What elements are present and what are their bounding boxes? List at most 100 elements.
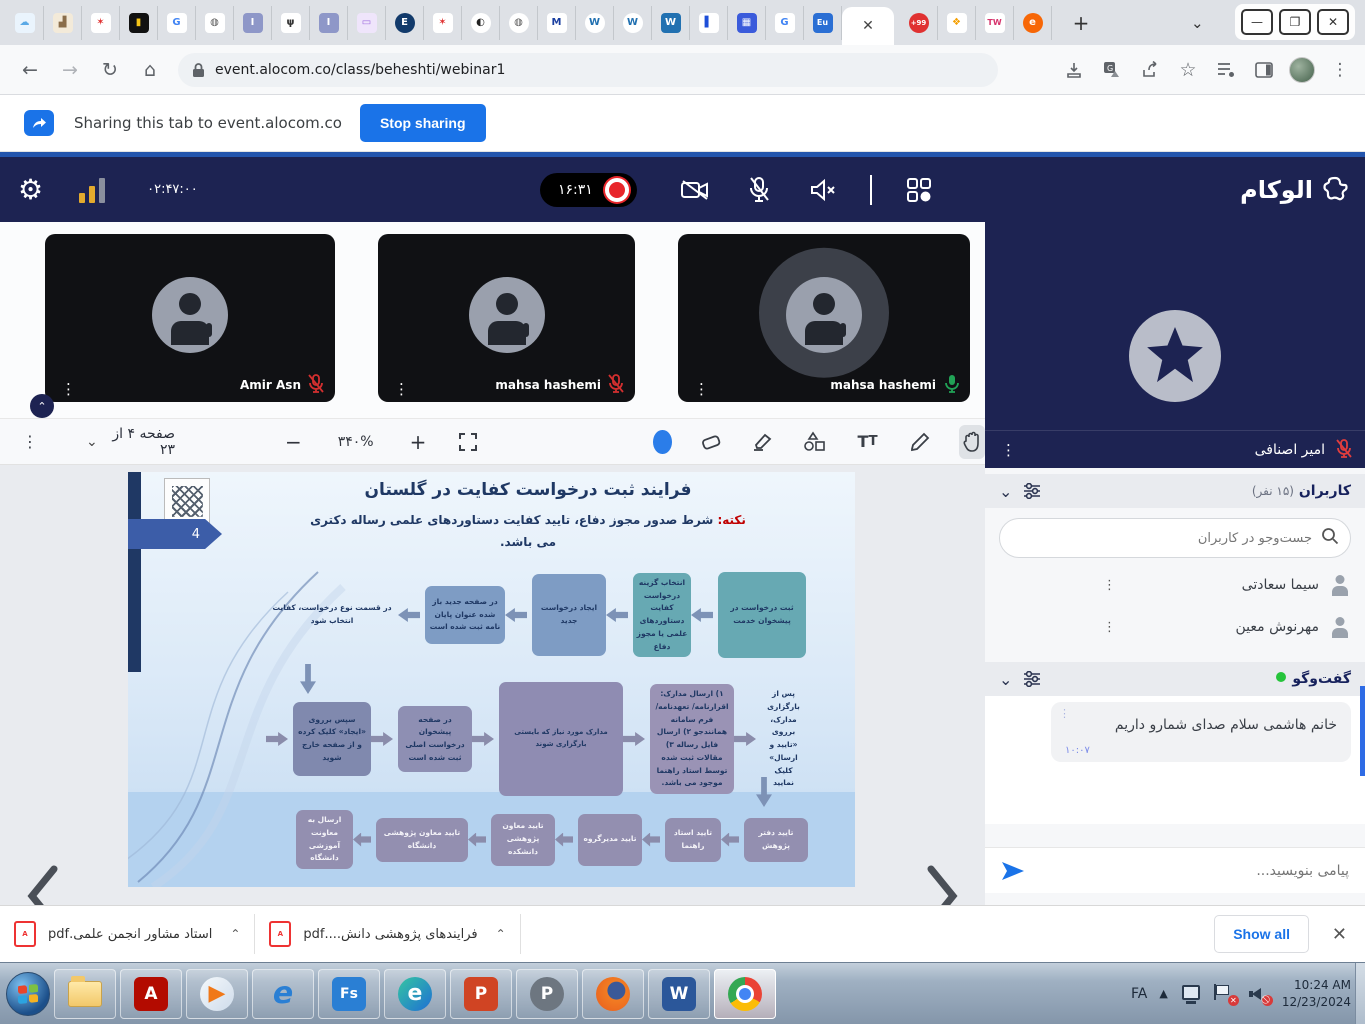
taskbar-explorer-button[interactable] [54, 969, 116, 1019]
taskbar-firefox-button[interactable] [582, 969, 644, 1019]
tile-menu-kebab-icon[interactable]: ⋮ [694, 386, 709, 392]
users-filter-icon[interactable] [1022, 483, 1042, 499]
user-row[interactable]: سیما سعادتی ⋮ [985, 564, 1365, 606]
pinned-tab[interactable]: ▮ [120, 6, 158, 40]
minimize-button[interactable]: — [1241, 9, 1273, 35]
layout-grid-icon[interactable] [896, 177, 942, 203]
presenter-menu-kebab-icon[interactable]: ⋮ [1001, 447, 1016, 453]
pinned-tab[interactable]: W [614, 6, 652, 40]
download-item[interactable]: A فرایندهای پژوهشی دانش....pdf ⌃ [255, 914, 520, 954]
tab-close-icon[interactable]: ✕ [862, 18, 874, 34]
send-message-icon[interactable] [999, 860, 1025, 882]
recording-indicator[interactable]: ۱۶:۳۱ [540, 173, 637, 207]
camera-off-icon[interactable] [672, 178, 718, 202]
profile-avatar[interactable] [1285, 53, 1319, 87]
menu-kebab-icon[interactable]: ⋮ [1323, 53, 1357, 87]
close-shelf-icon[interactable]: ✕ [1332, 924, 1347, 945]
chat-panel-header[interactable]: ⌄ گفت‌وگو [985, 662, 1365, 696]
taskbar-clock[interactable]: 10:24 AM 12/23/2024 [1282, 977, 1351, 1011]
home-button[interactable]: ⌂ [130, 59, 170, 81]
pinned-tab[interactable]: ✶ [424, 6, 462, 40]
page-select-chevron-icon[interactable]: ⌄ [86, 434, 98, 450]
pinned-tab[interactable]: I [234, 6, 272, 40]
tile-menu-kebab-icon[interactable]: ⋮ [394, 386, 409, 392]
eraser-tool-icon[interactable] [698, 425, 724, 459]
taskbar-acrobat-button[interactable]: A [120, 969, 182, 1019]
chat-filter-icon[interactable] [1022, 671, 1042, 687]
translate-icon[interactable]: G [1095, 53, 1129, 87]
collapse-tiles-button[interactable]: ⌃ [30, 394, 54, 418]
mic-off-icon[interactable] [736, 176, 782, 204]
pinned-tab[interactable]: E [386, 6, 424, 40]
pinned-tab[interactable]: ◐ [462, 6, 500, 40]
pinned-tab[interactable]: ▌ [690, 6, 728, 40]
close-button[interactable]: ✕ [1317, 9, 1349, 35]
reload-button[interactable]: ↻ [90, 59, 130, 81]
stop-sharing-button[interactable]: Stop sharing [360, 104, 486, 142]
new-tab-button[interactable]: + [1066, 8, 1096, 38]
video-tile[interactable]: ⋮ mahsa hashemi [378, 234, 635, 402]
pinned-tab[interactable]: ◍ [196, 6, 234, 40]
share-icon[interactable] [1133, 53, 1167, 87]
tray-expand-icon[interactable]: ▲ [1159, 987, 1167, 1000]
download-icon[interactable] [1057, 53, 1091, 87]
pinned-tab[interactable]: ◍ [500, 6, 538, 40]
chat-scrollbar[interactable] [1360, 686, 1365, 776]
pencil-tool-icon[interactable] [907, 425, 933, 459]
users-collapse-chevron-icon[interactable]: ⌄ [999, 482, 1012, 501]
video-tile[interactable]: ⋮ Amir Asn [45, 234, 335, 402]
shapes-tool-icon[interactable] [802, 425, 828, 459]
tile-menu-kebab-icon[interactable]: ⋮ [61, 386, 76, 392]
settings-gear-icon[interactable]: ⚙ [18, 173, 43, 206]
hand-tool-icon[interactable] [959, 425, 985, 459]
pinned-tab[interactable]: ▟ [44, 6, 82, 40]
start-button[interactable] [6, 972, 50, 1016]
taskbar-chrome-button-active[interactable] [714, 969, 776, 1019]
active-tab[interactable]: ✕ [842, 7, 894, 45]
video-tile-speaking[interactable]: ⋮ mahsa hashemi [678, 234, 970, 402]
bookmark-star-icon[interactable]: ☆ [1171, 53, 1205, 87]
browser-tab[interactable]: TW [976, 6, 1014, 40]
pinned-tab[interactable]: Eu [804, 6, 842, 40]
fullscreen-icon[interactable] [458, 432, 478, 452]
download-chevron-up-icon[interactable]: ⌃ [230, 927, 240, 941]
browser-tab[interactable]: e [1014, 6, 1052, 40]
chat-collapse-chevron-icon[interactable]: ⌄ [999, 670, 1012, 689]
user-menu-kebab-icon[interactable]: ⋮ [1103, 583, 1116, 588]
pinned-tab[interactable]: W [652, 6, 690, 40]
message-menu-kebab-icon[interactable]: ⋮ [1059, 712, 1070, 716]
pinned-tab[interactable]: ☁ [6, 6, 44, 40]
show-desktop-button[interactable] [1355, 963, 1365, 1024]
reading-list-icon[interactable] [1209, 53, 1243, 87]
address-bar[interactable]: event.alocom.co/class/beheshti/webinar1 [178, 53, 998, 87]
pinned-tab[interactable]: G [158, 6, 196, 40]
text-tool-icon[interactable]: TT [854, 425, 880, 459]
show-all-downloads-button[interactable]: Show all [1214, 915, 1309, 953]
taskbar-fastone-button[interactable]: Fs [318, 969, 380, 1019]
users-panel-header[interactable]: ⌄ کاربران (۱۵ نفر) [985, 474, 1365, 508]
forward-button[interactable]: → [50, 59, 90, 81]
chat-message-input[interactable] [1025, 863, 1365, 879]
taskbar-word-button[interactable]: W [648, 969, 710, 1019]
restore-button[interactable]: ❐ [1279, 9, 1311, 35]
tab-search-chevron-icon[interactable]: ⌄ [1191, 14, 1204, 32]
pinned-tab[interactable]: M [538, 6, 576, 40]
page-indicator[interactable]: صفحه ۴ از ۲۳ [112, 426, 175, 458]
pinned-tab[interactable]: ψ [272, 6, 310, 40]
speaker-muted-icon[interactable] [800, 178, 846, 202]
volume-muted-icon[interactable]: ⃠ [1248, 984, 1270, 1004]
browser-tab[interactable]: ❖ [938, 6, 976, 40]
side-panel-icon[interactable] [1247, 53, 1281, 87]
pinned-tab[interactable]: I [310, 6, 348, 40]
color-picker-button[interactable] [653, 430, 671, 454]
user-menu-kebab-icon[interactable]: ⋮ [1103, 625, 1116, 630]
taskbar-powerpoint-button[interactable]: P [450, 969, 512, 1019]
pinned-tab[interactable]: ▭ [348, 6, 386, 40]
taskbar-edge-button[interactable]: e [384, 969, 446, 1019]
highlighter-tool-icon[interactable] [750, 425, 776, 459]
user-search-input[interactable] [999, 518, 1351, 558]
download-chevron-up-icon[interactable]: ⌃ [496, 927, 506, 941]
pinned-tab[interactable]: W [576, 6, 614, 40]
user-row[interactable]: مهرنوش معین ⋮ [985, 606, 1365, 648]
taskbar-ie-button[interactable]: e [252, 969, 314, 1019]
